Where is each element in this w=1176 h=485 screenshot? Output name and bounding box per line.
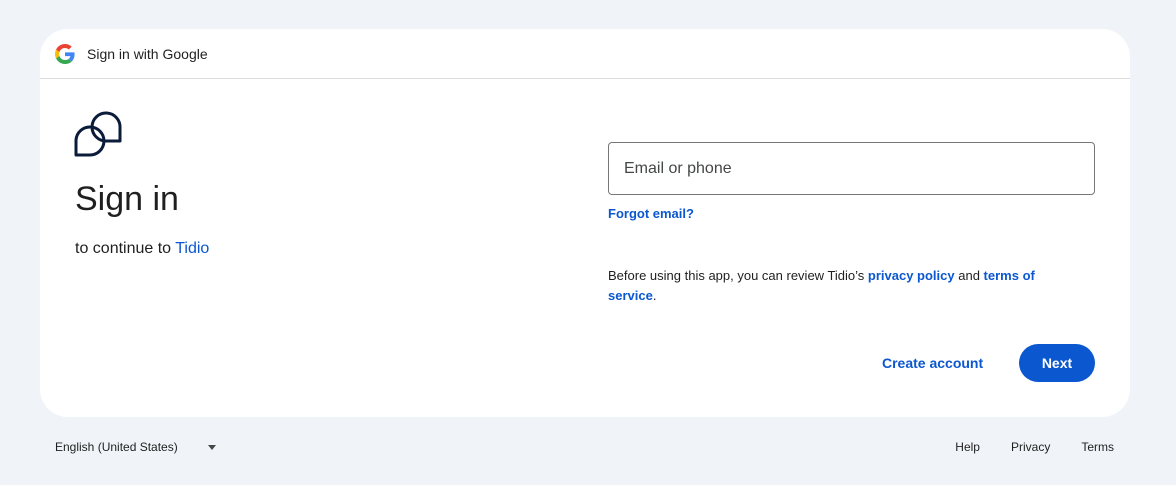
create-account-button[interactable]: Create account bbox=[868, 344, 997, 382]
tidio-logo-icon bbox=[74, 110, 122, 158]
email-input[interactable] bbox=[624, 159, 1094, 178]
privacy-notice: Before using this app, you can review Ti… bbox=[608, 266, 1078, 306]
next-button[interactable]: Next bbox=[1019, 344, 1095, 382]
google-g-icon bbox=[55, 43, 75, 64]
caret-down-icon bbox=[207, 444, 216, 450]
continue-prefix: to continue to bbox=[75, 240, 176, 257]
forgot-email-link[interactable]: Forgot email? bbox=[608, 206, 694, 221]
footer-link-privacy[interactable]: Privacy bbox=[1011, 440, 1050, 454]
footer-link-terms[interactable]: Terms bbox=[1081, 440, 1114, 454]
header-title: Sign in with Google bbox=[87, 45, 208, 62]
privacy-prefix: Before using this app, you can review Ti… bbox=[608, 268, 868, 283]
footer: English (United States) Help Privacy Ter… bbox=[0, 435, 1176, 459]
privacy-suffix: . bbox=[652, 288, 657, 303]
email-field[interactable] bbox=[608, 142, 1095, 195]
privacy-and: and bbox=[954, 268, 984, 283]
language-label: English (United States) bbox=[55, 440, 178, 454]
signin-card: Sign in with Google Sign in to continue … bbox=[40, 29, 1130, 417]
language-select[interactable]: English (United States) bbox=[55, 435, 216, 459]
page-title: Sign in bbox=[75, 180, 179, 218]
card-header: Sign in with Google bbox=[40, 29, 1130, 79]
footer-link-help[interactable]: Help bbox=[955, 440, 980, 454]
footer-links: Help Privacy Terms bbox=[924, 435, 1114, 459]
privacy-policy-link[interactable]: privacy policy bbox=[868, 268, 955, 283]
app-name-link[interactable]: Tidio bbox=[175, 240, 209, 257]
continue-to-text: to continue to Tidio bbox=[75, 240, 209, 258]
